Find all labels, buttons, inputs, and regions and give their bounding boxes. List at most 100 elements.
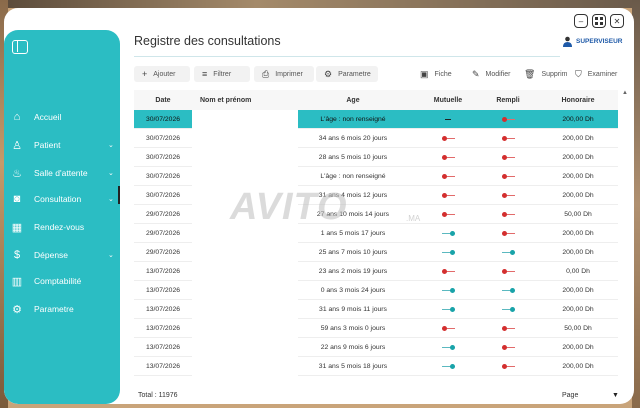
- cell-age: L'âge : non renseigné: [320, 172, 386, 180]
- empty-dash-icon: [445, 118, 451, 120]
- close-button[interactable]: ✕: [610, 14, 624, 28]
- edit-button[interactable]: ✎ Modifier: [464, 66, 516, 82]
- home-icon: ⌂: [13, 111, 21, 123]
- cell-mutuelle: [418, 230, 478, 236]
- toggle-on-icon[interactable]: [441, 287, 455, 293]
- cell-rempli: [478, 363, 538, 369]
- cell-honoraire: 50,00 Dh: [564, 210, 592, 218]
- cell-mutuelle: [418, 173, 478, 179]
- cell-age: 1 ans 5 mois 17 jours: [320, 229, 386, 237]
- cell-date: 13/07/2026: [145, 362, 181, 370]
- print-button[interactable]: ⎙ Imprimer: [254, 66, 314, 82]
- toggle-off-icon[interactable]: [501, 116, 515, 122]
- header-honoraire[interactable]: Honoraire: [538, 97, 618, 104]
- toggle-off-icon[interactable]: [501, 325, 515, 331]
- sidebar-item-comptabilité[interactable]: ▥ Comptabilité: [4, 270, 120, 292]
- cell-mutuelle: [418, 363, 478, 369]
- plus-icon: +: [142, 69, 148, 79]
- toggle-off-icon[interactable]: [441, 135, 455, 141]
- sidebar-item-label: Patient: [34, 140, 61, 150]
- sheet-button[interactable]: ▣ Fiche: [412, 66, 462, 82]
- sidebar-item-dépense[interactable]: $ Dépense ⌄: [4, 244, 120, 266]
- toggle-on-icon[interactable]: [501, 287, 515, 293]
- toggle-off-icon[interactable]: [501, 192, 515, 198]
- sidebar-item-label: Dépense: [34, 250, 69, 260]
- sidebar-toggle-icon[interactable]: [12, 40, 28, 54]
- scroll-up-icon[interactable]: ▲: [622, 90, 628, 96]
- app-window: – ✕ ⌂ Accueil ♙ Patient ⌄ ♨ Salle d'attente ⌄ ◙ C…: [4, 8, 634, 404]
- sidebar-item-parametre[interactable]: ⚙ Parametre: [4, 298, 120, 320]
- cell-age: 34 ans 6 mois 20 jours: [318, 134, 388, 142]
- filter-button[interactable]: ≡ Filtrer: [194, 66, 250, 82]
- cell-rempli: [478, 344, 538, 350]
- cell-age: L'âge : non renseigné: [320, 115, 386, 123]
- chevron-down-icon: ⌄: [108, 170, 114, 177]
- sidebar-item-salle-d-attente[interactable]: ♨ Salle d'attente ⌄: [4, 162, 120, 184]
- cell-honoraire: 200,00 Dh: [562, 343, 594, 351]
- toggle-on-icon[interactable]: [501, 306, 515, 312]
- camera-icon: ◙: [13, 193, 21, 205]
- toggle-off-icon[interactable]: [501, 230, 515, 236]
- cell-rempli: [478, 135, 538, 141]
- cell-mutuelle: [418, 344, 478, 350]
- toggle-off-icon[interactable]: [441, 268, 455, 274]
- chart-icon: ▥: [11, 275, 23, 288]
- sidebar-item-consultation[interactable]: ◙ Consultation ⌄: [4, 188, 120, 210]
- toggle-on-icon[interactable]: [441, 249, 455, 255]
- watermark-suffix: .MA: [406, 214, 421, 223]
- add-button[interactable]: + Ajouter: [134, 66, 190, 82]
- id-card-icon: ▣: [420, 68, 429, 79]
- header-rempli[interactable]: Rempli: [478, 97, 538, 104]
- cell-rempli: [478, 116, 538, 122]
- toggle-on-icon[interactable]: [441, 306, 455, 312]
- toggle-off-icon[interactable]: [501, 363, 515, 369]
- delete-button[interactable]: 🗑 Supprimer: [516, 66, 574, 82]
- examine-button[interactable]: ⛉ Examiner: [567, 66, 623, 82]
- header-mutuelle[interactable]: Mutuelle: [418, 97, 478, 104]
- sidebar-item-patient[interactable]: ♙ Patient ⌄: [4, 134, 120, 156]
- toggle-off-icon[interactable]: [441, 325, 455, 331]
- sidebar-item-rendez-vous[interactable]: ▦ Rendez-vous: [4, 216, 120, 238]
- maximize-button[interactable]: [592, 14, 606, 28]
- toggle-off-icon[interactable]: [501, 344, 515, 350]
- printer-icon: ⎙: [262, 68, 270, 79]
- toggle-on-icon[interactable]: [501, 249, 515, 255]
- doctor-icon: [563, 36, 572, 47]
- toggle-off-icon[interactable]: [441, 154, 455, 160]
- sheet-label: Fiche: [434, 70, 452, 78]
- toggle-off-icon[interactable]: [501, 211, 515, 217]
- page-dropdown-icon[interactable]: ▼: [612, 392, 619, 399]
- cell-date: 13/07/2026: [145, 343, 181, 351]
- toggle-off-icon[interactable]: [501, 268, 515, 274]
- settings-button[interactable]: ⚙ Parametre: [316, 66, 378, 82]
- toggle-on-icon[interactable]: [441, 344, 455, 350]
- toggle-off-icon[interactable]: [501, 173, 515, 179]
- toggle-off-icon[interactable]: [441, 173, 455, 179]
- header-name[interactable]: Nom et prénom: [192, 97, 288, 104]
- sidebar-item-accueil[interactable]: ⌂ Accueil: [4, 106, 120, 128]
- sidebar-item-label: Parametre: [34, 304, 74, 314]
- cell-date: 30/07/2026: [145, 115, 181, 123]
- user-role-badge[interactable]: SUPERVISEUR: [562, 36, 622, 47]
- cell-age: 28 ans 5 mois 10 jours: [318, 153, 388, 161]
- user-role-label: SUPERVISEUR: [576, 38, 623, 45]
- cell-age: 31 ans 5 mois 18 jours: [318, 362, 388, 370]
- active-indicator: [118, 186, 120, 204]
- minimize-button[interactable]: –: [574, 14, 588, 28]
- header-age[interactable]: Age: [288, 97, 418, 104]
- cell-honoraire: 200,00 Dh: [562, 115, 594, 123]
- toggle-off-icon[interactable]: [441, 211, 455, 217]
- header-date[interactable]: Date: [134, 97, 192, 104]
- toggle-off-icon[interactable]: [441, 192, 455, 198]
- toggle-on-icon[interactable]: [441, 363, 455, 369]
- cell-age: 0 ans 3 mois 24 jours: [320, 286, 386, 294]
- toggle-off-icon[interactable]: [501, 135, 515, 141]
- cell-honoraire: 200,00 Dh: [562, 191, 594, 199]
- edit-label: Modifier: [485, 70, 511, 78]
- cell-rempli: [478, 287, 538, 293]
- toggle-off-icon[interactable]: [501, 154, 515, 160]
- toggle-on-icon[interactable]: [441, 230, 455, 236]
- filter-icon: ≡: [202, 69, 208, 79]
- cell-age: 23 ans 2 mois 19 jours: [318, 267, 388, 275]
- page-selector[interactable]: Page: [562, 392, 578, 399]
